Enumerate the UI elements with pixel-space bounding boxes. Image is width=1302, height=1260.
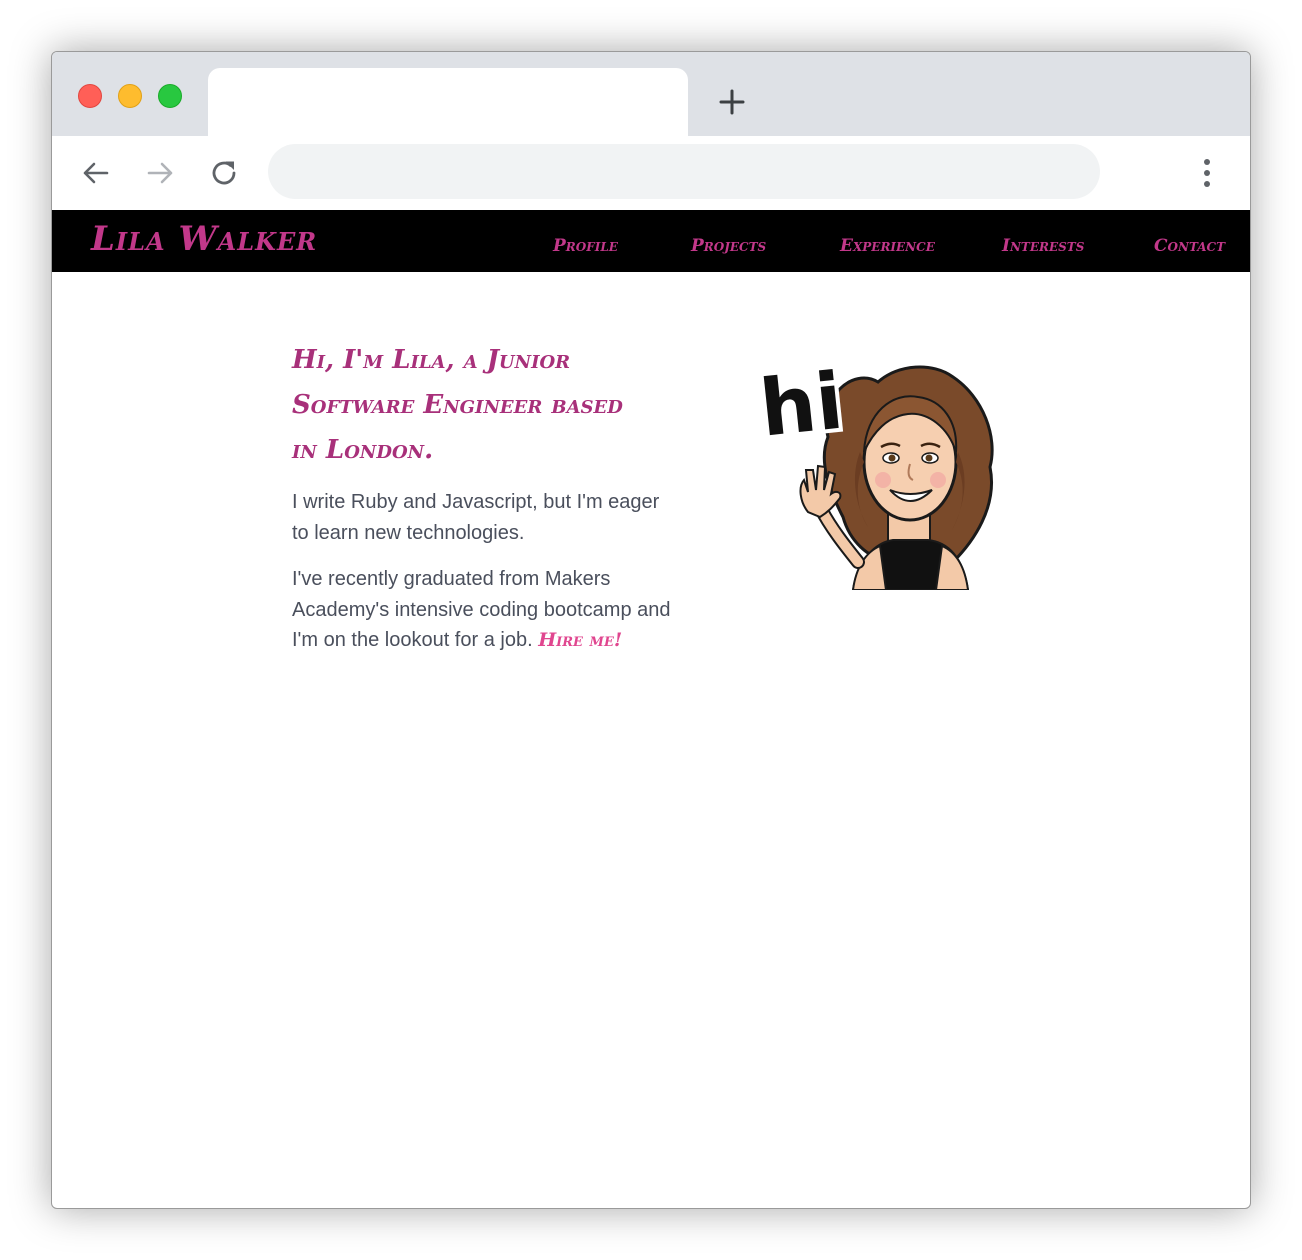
address-bar[interactable] — [268, 144, 1100, 199]
headline-line: Hi, I'm Lila, a Junior — [292, 345, 571, 375]
nav-link-contact[interactable]: Contact — [1154, 236, 1225, 256]
site-navbar: Lila Walker Profile Projects Experience … — [52, 210, 1250, 272]
avatar-illustration: hi hi — [758, 353, 994, 590]
close-window-button[interactable] — [78, 84, 102, 108]
nav-link-profile[interactable]: Profile — [553, 236, 618, 256]
reload-icon[interactable] — [207, 156, 241, 190]
intro-headline: Hi, I'm Lila, a Junior Software Engineer… — [292, 338, 672, 473]
avatar-hi-text: hi — [758, 357, 847, 455]
active-tab[interactable] — [208, 68, 688, 138]
maximize-window-button[interactable] — [158, 84, 182, 108]
arrow-left-icon[interactable] — [79, 156, 113, 190]
intro-section: Hi, I'm Lila, a Junior Software Engineer… — [292, 338, 672, 656]
nav-link-experience[interactable]: Experience — [840, 236, 935, 256]
site-brand[interactable]: Lila Walker — [91, 219, 317, 259]
nav-link-interests[interactable]: Interests — [1002, 236, 1084, 256]
tab-strip — [52, 52, 1250, 138]
browser-window: Lila Walker Profile Projects Experience … — [51, 51, 1251, 1209]
intro-paragraph-tech: I write Ruby and Javascript, but I'm eag… — [292, 491, 660, 544]
headline-line: Software Engineer based — [292, 390, 623, 420]
hire-me-link[interactable]: Hire me! — [538, 629, 622, 651]
minimize-window-button[interactable] — [118, 84, 142, 108]
browser-toolbar — [52, 136, 1250, 210]
main-content: Hi, I'm Lila, a Junior Software Engineer… — [52, 272, 1250, 1208]
plus-icon[interactable] — [716, 86, 748, 118]
headline-line: in London. — [292, 435, 434, 465]
arrow-right-icon[interactable] — [143, 156, 177, 190]
nav-link-projects[interactable]: Projects — [691, 236, 766, 256]
intro-paragraph-bootcamp: I've recently graduated from Makers Acad… — [292, 564, 672, 656]
kebab-menu-icon[interactable] — [1192, 156, 1222, 190]
